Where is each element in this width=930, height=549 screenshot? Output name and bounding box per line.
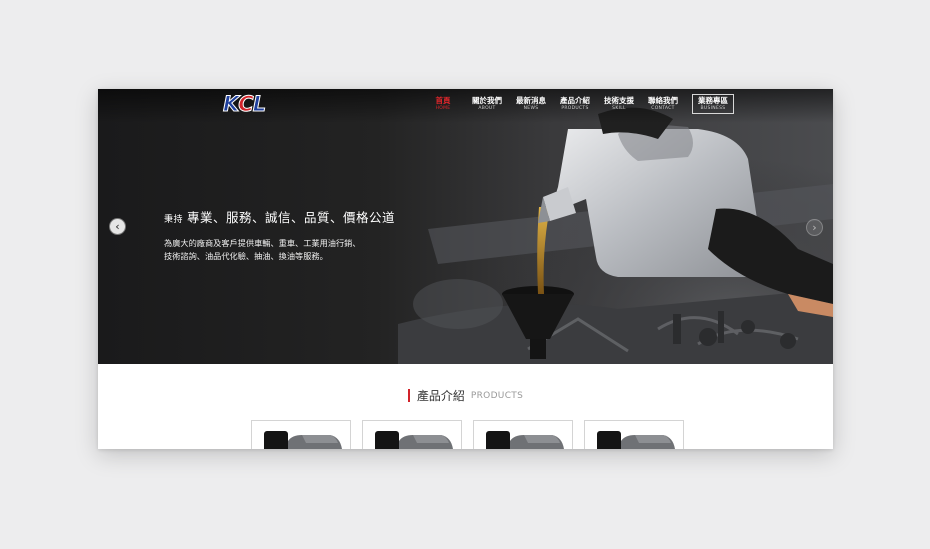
nav-sublabel: PRODUCTS [561, 106, 589, 111]
oil-bottle-image [375, 431, 453, 449]
nav-item-about[interactable]: 關於我們 ABOUT [472, 96, 502, 112]
nav-item-home[interactable]: 首頁 HOME [428, 96, 458, 112]
nav-label: 關於我們 [472, 96, 502, 105]
nav-item-business[interactable]: 業務專區 BUSINESS [692, 94, 734, 114]
nav-sublabel: ABOUT [478, 106, 496, 111]
oil-bottle-image [597, 431, 675, 449]
section-title-zh: 產品介紹 [416, 389, 465, 403]
hero-description: 為廣大的廠商及客戶提供車輛、重車、工業用油行銷、 技術諮詢、油品代化驗、抽油、換… [164, 237, 439, 263]
nav-label: 技術支援 [604, 96, 634, 105]
nav-sublabel: BUSINESS [700, 106, 726, 111]
chevron-left-icon: ‹ [115, 220, 120, 233]
main-nav: 首頁 HOME 關於我們 ABOUT 最新消息 NEWS 產品介紹 PRODUC… [428, 94, 734, 118]
logo-letter: C [238, 92, 254, 116]
nav-item-skill[interactable]: 技術支援 SKILL [604, 96, 634, 112]
nav-item-news[interactable]: 最新消息 NEWS [516, 96, 546, 112]
product-card[interactable] [584, 420, 684, 449]
slogan-prefix: 秉持 [164, 215, 184, 225]
hero-banner: K C L 首頁 HOME 關於我們 ABOUT 最新消息 NEWS 產品介紹 … [98, 89, 833, 364]
section-title-en: PRODUCTS [470, 390, 524, 401]
nav-item-products[interactable]: 產品介紹 PRODUCTS [560, 96, 590, 112]
product-card[interactable] [251, 420, 351, 449]
oil-bottle-image [264, 431, 342, 449]
top-navigation-bar: K C L 首頁 HOME 關於我們 ABOUT 最新消息 NEWS 產品介紹 … [98, 89, 833, 123]
nav-label: 聯絡我們 [648, 96, 678, 105]
nav-label: 業務專區 [698, 96, 728, 105]
products-section-title: 產品介紹 PRODUCTS [98, 387, 833, 404]
product-card[interactable] [473, 420, 573, 449]
hero-desc-line: 為廣大的廠商及客戶提供車輛、重車、工業用油行銷、 [164, 238, 361, 248]
slider-next-button[interactable]: › [806, 219, 823, 236]
product-card-list [251, 420, 684, 449]
kcl-logo[interactable]: K C L [222, 92, 266, 116]
nav-label: 產品介紹 [560, 96, 590, 105]
title-accent-bar [407, 389, 410, 402]
nav-sublabel: CONTACT [651, 106, 675, 111]
hero-image [398, 89, 833, 364]
nav-label: 最新消息 [516, 96, 546, 105]
hero-slogan: 秉持 專業、服務、誠信、品質、價格公道 [164, 207, 395, 226]
hero-desc-line: 技術諮詢、油品代化驗、抽油、換油等服務。 [164, 251, 328, 261]
nav-sublabel: NEWS [523, 106, 539, 111]
nav-sublabel: SKILL [612, 106, 626, 111]
browser-page: K C L 首頁 HOME 關於我們 ABOUT 最新消息 NEWS 產品介紹 … [98, 89, 833, 449]
oil-bottle-image [486, 431, 564, 449]
nav-label: 首頁 [435, 96, 451, 105]
logo-letter: K [222, 92, 239, 116]
slogan-main: 專業、服務、誠信、品質、價格公道 [187, 210, 396, 225]
product-card[interactable] [362, 420, 462, 449]
logo-letter: L [252, 92, 266, 116]
slider-prev-button[interactable]: ‹ [109, 218, 126, 235]
nav-sublabel: HOME [435, 106, 451, 111]
nav-item-contact[interactable]: 聯絡我們 CONTACT [648, 96, 678, 112]
chevron-right-icon: › [812, 221, 817, 234]
